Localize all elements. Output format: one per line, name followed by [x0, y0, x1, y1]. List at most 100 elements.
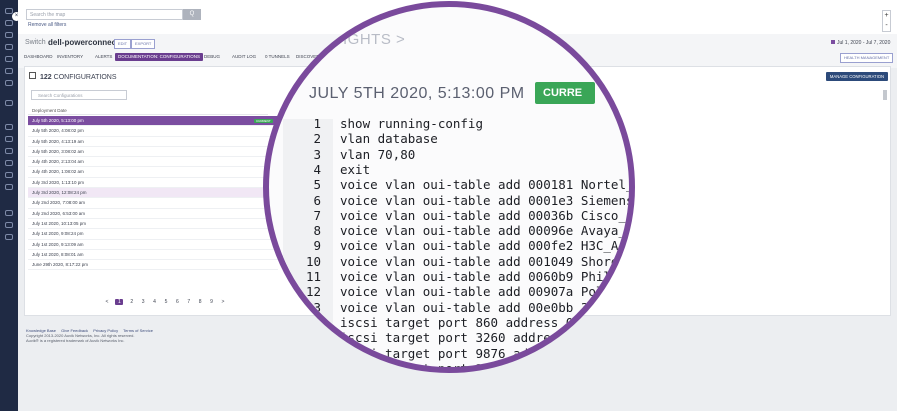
device-type-label: Switch	[25, 39, 46, 46]
settings-icon[interactable]	[5, 184, 13, 190]
table-row[interactable]: July 4th 2020, 2:13:04 am	[28, 157, 278, 168]
scrollbar[interactable]	[883, 90, 887, 100]
line-number: 12	[305, 284, 321, 300]
page-9[interactable]: 9	[209, 299, 215, 305]
page-8[interactable]: 8	[197, 299, 203, 305]
map-search-button[interactable]: Q	[183, 9, 201, 20]
line-text: vlan 70,80	[340, 146, 416, 162]
page-2[interactable]: 2	[129, 299, 135, 305]
footer: Knowledge Base Give Feedback Privacy Pol…	[26, 328, 157, 343]
page-6[interactable]: 6	[174, 299, 180, 305]
table-row[interactable]: July 1st 2020, 9:13:09 am	[28, 240, 278, 250]
lens-current-badge: CURRE	[535, 82, 595, 104]
row-date: June 29th 2020, 8:17:22 pm	[32, 262, 89, 268]
map-search-input[interactable]: Search the map	[26, 9, 183, 20]
config-icon[interactable]	[5, 68, 13, 74]
chat-icon[interactable]	[5, 222, 13, 228]
table-row[interactable]: July 4th 2020, 1:08:02 am	[28, 167, 278, 178]
search-configurations-input[interactable]: Search Configurations	[31, 90, 127, 100]
row-date: July 3rd 2020, 12:08:24 pm	[32, 190, 87, 196]
table-row[interactable]: July 5th 2020, 5:13:00 pm CURRENT	[28, 116, 278, 127]
tab-inventory[interactable]: INVENTORY	[57, 53, 83, 61]
table-row[interactable]: July 2nd 2020, 6:53:00 am	[28, 209, 278, 219]
line-text: voice vlan oui-table add 001049 Shoretel…	[340, 253, 635, 269]
tab-audit-log[interactable]: AUDIT LOG	[232, 53, 256, 61]
link-icon[interactable]	[5, 136, 13, 142]
page-3[interactable]: 3	[140, 299, 146, 305]
row-date: July 5th 2020, 4:13:19 am	[32, 138, 84, 144]
tab-documentation-configurations[interactable]: DOCUMENTATION: CONFIGURATIONS	[115, 53, 203, 61]
table-row[interactable]: June 29th 2020, 8:17:22 pm	[28, 260, 278, 271]
line-number: 2	[313, 131, 321, 147]
page-5[interactable]: 5	[163, 299, 169, 305]
line-text: iscsi target port 860 address 0.0.0	[340, 314, 604, 330]
line-text: exit	[340, 161, 371, 177]
reports-icon[interactable]	[5, 80, 13, 86]
tab-alerts[interactable]: ALERTS	[95, 53, 112, 61]
lens-breadcrumb: IGHTS >	[343, 31, 406, 48]
line-number: 17	[305, 360, 321, 373]
manage-configuration-button[interactable]: MANAGE CONFIGURATION	[826, 72, 888, 81]
pagination: < 1 2 3 4 5 6 7 8 9 >	[104, 299, 230, 305]
line-text: vlan database	[340, 131, 438, 147]
chart-icon[interactable]	[5, 100, 13, 106]
left-nav-rail	[0, 0, 18, 411]
line-number: 10	[305, 253, 321, 269]
table-row[interactable]: July 5th 2020, 4:13:19 am	[28, 137, 278, 147]
row-date: July 1st 2020, 9:13:09 am	[32, 241, 84, 247]
tab-tunnels[interactable]: 0 TUNNELS	[265, 53, 290, 61]
line-text: show running-config	[340, 116, 483, 131]
remove-filters-link[interactable]: Remove all filters	[28, 22, 66, 28]
table-row[interactable]: July 1st 2020, 9:08:24 pm	[28, 229, 278, 240]
table-row[interactable]: July 2nd 2020, 7:08:00 am	[28, 198, 278, 209]
line-number: 3	[313, 146, 321, 162]
page-4[interactable]: 4	[152, 299, 158, 305]
config-count: 122	[40, 74, 52, 81]
tag-icon[interactable]	[5, 160, 13, 166]
date-range-picker[interactable]: Jul 1, 2020 - Jul 7, 2020	[831, 40, 890, 46]
alerts-icon[interactable]	[5, 44, 13, 50]
trademark-text: Auvik® is a registered trademark of Auvi…	[26, 338, 125, 343]
tools-icon[interactable]	[5, 124, 13, 130]
export-chip[interactable]: EXPORT	[131, 39, 156, 49]
row-date: July 1st 2020, 8:08:01 am	[32, 251, 84, 257]
devices-icon[interactable]	[5, 56, 13, 62]
line-text: iscsi target port 3260 address 0.0	[340, 330, 596, 346]
table-row[interactable]: July 5th 2020, 4:08:02 pm	[28, 126, 278, 137]
zoom-out-button[interactable]: -	[883, 21, 890, 31]
table-row[interactable]: July 1st 2020, 8:08:01 am	[28, 250, 278, 261]
tab-dashboard[interactable]: DASHBOARD	[24, 53, 53, 61]
line-number: 5	[313, 177, 321, 193]
network-icon[interactable]	[5, 20, 13, 26]
table-row[interactable]: July 5th 2020, 3:08:02 am	[28, 147, 278, 158]
table-row[interactable]: July 1st 2020, 10:13:05 pm	[28, 219, 278, 230]
prev-page-button[interactable]: <	[104, 299, 110, 305]
health-management-button[interactable]: HEALTH MANAGEMENT	[840, 53, 894, 63]
row-date: July 1st 2020, 10:13:05 pm	[32, 220, 87, 226]
table-row[interactable]: July 3rd 2020, 1:13:10 pm	[28, 178, 278, 189]
help-icon[interactable]	[5, 210, 13, 216]
next-page-button[interactable]: >	[220, 299, 226, 305]
line-number: 16	[305, 345, 321, 361]
edit-chip[interactable]: EDIT	[114, 39, 132, 49]
configuration-list: July 5th 2020, 5:13:00 pm CURRENT July 5t…	[28, 116, 278, 271]
power-icon[interactable]	[5, 234, 13, 240]
folder-icon[interactable]	[5, 172, 13, 178]
line-number: 11	[305, 269, 321, 284]
line-number: 4	[313, 161, 321, 177]
row-date: July 1st 2020, 9:08:24 pm	[32, 231, 84, 237]
config-code-view: 1 show running-config 2 vlan database 3 vlan …	[283, 116, 635, 373]
lens-scrollbar[interactable]	[617, 89, 627, 117]
page-7[interactable]: 7	[186, 299, 192, 305]
user-icon[interactable]	[5, 148, 13, 154]
zoom-in-button[interactable]: +	[883, 11, 890, 21]
document-icon	[29, 72, 36, 79]
row-date: July 4th 2020, 1:08:02 am	[32, 169, 84, 175]
page-1[interactable]: 1	[115, 299, 124, 305]
device-name: dell-powerconnect	[48, 38, 119, 47]
deployment-date-header[interactable]: Deployment Date	[28, 106, 268, 115]
config-title-text: CONFIGURATIONS	[53, 74, 117, 81]
tab-debug[interactable]: DEBUG	[204, 53, 220, 61]
table-row[interactable]: July 3rd 2020, 12:08:24 pm	[28, 188, 278, 199]
map-icon[interactable]	[5, 32, 13, 38]
